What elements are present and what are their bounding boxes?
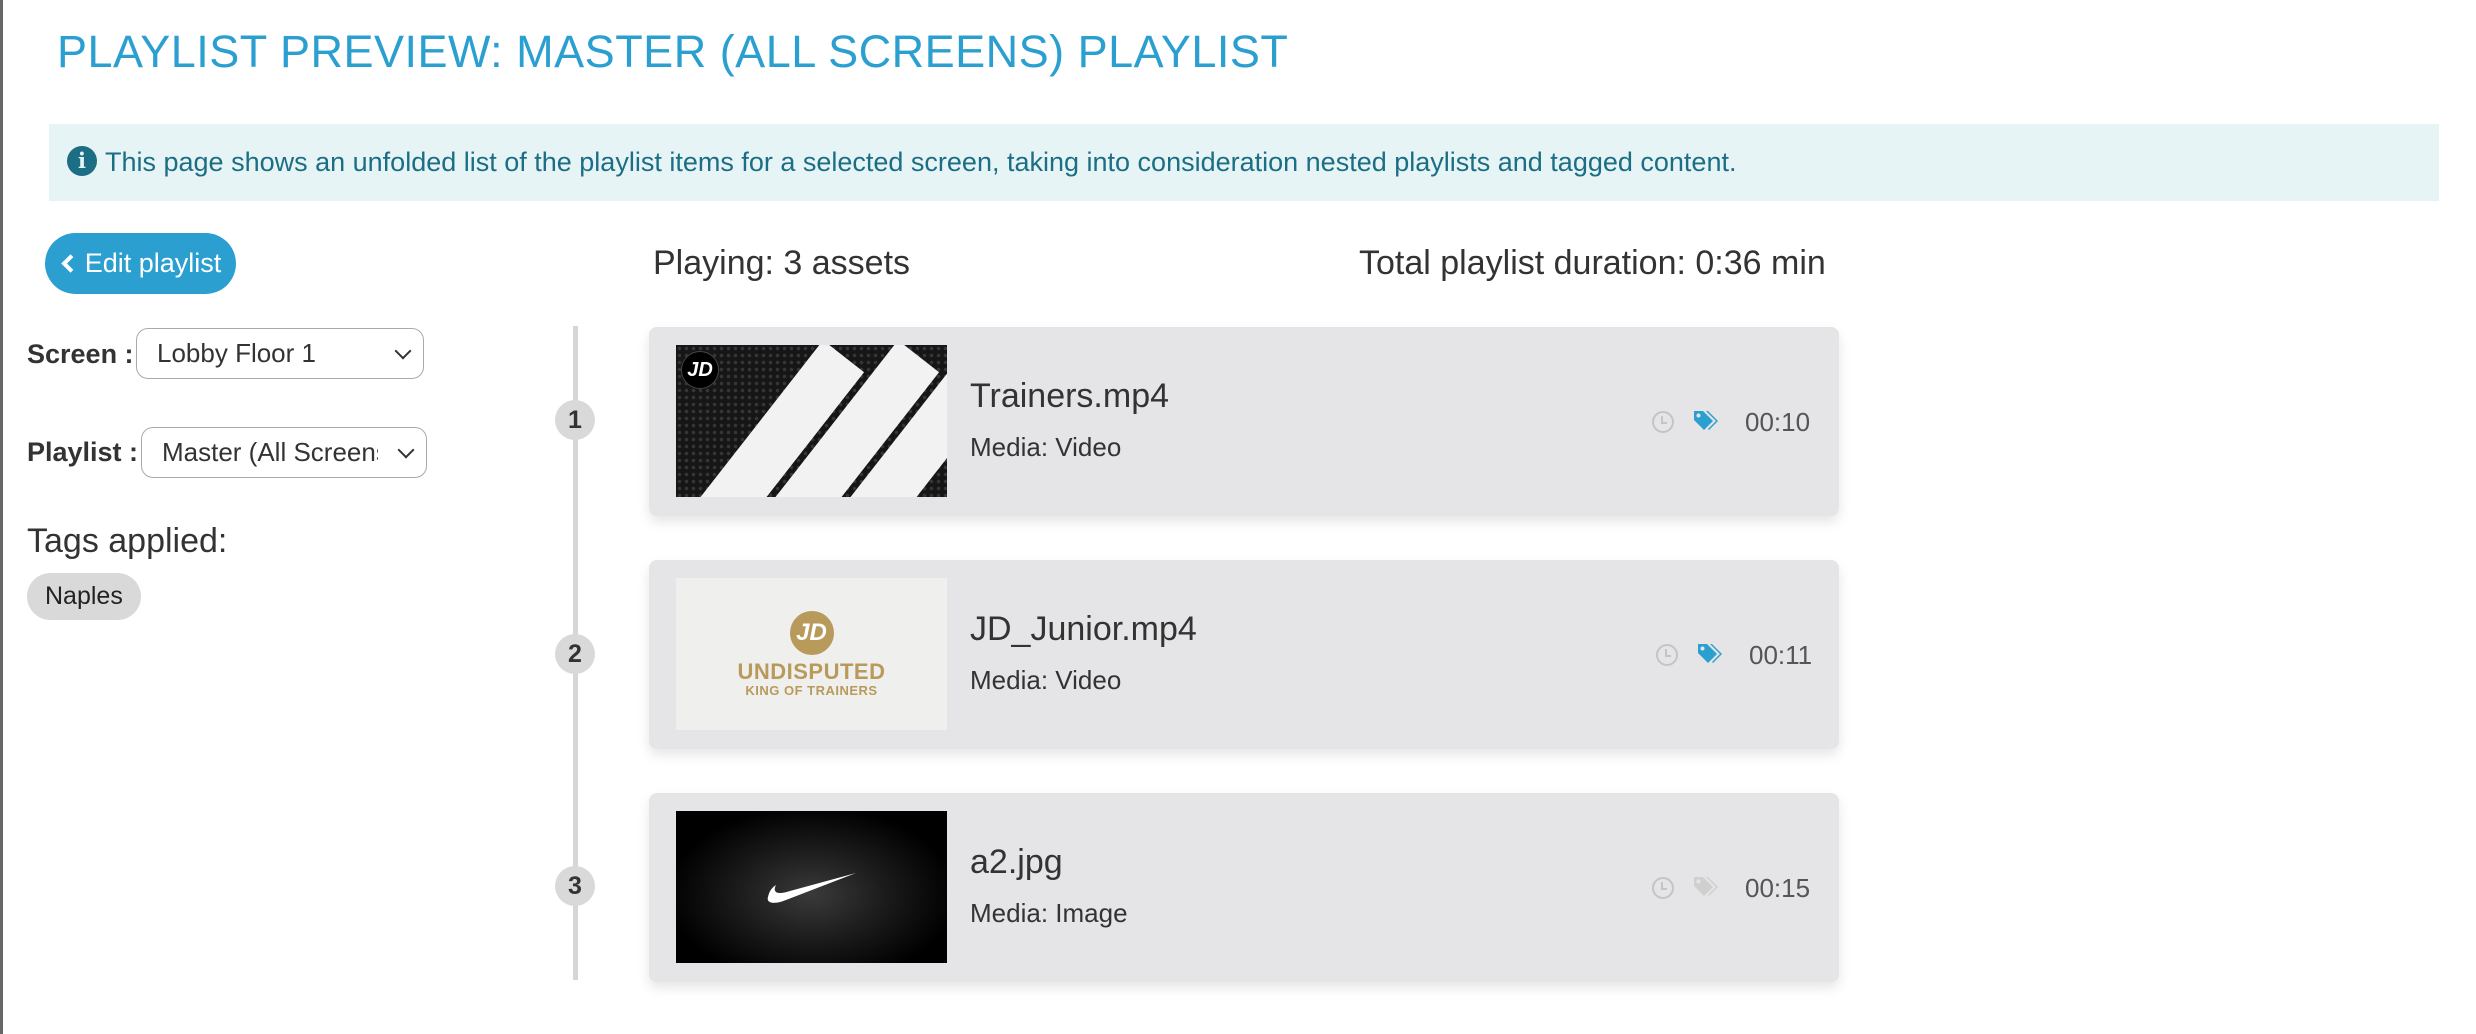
clock-icon <box>1652 877 1674 899</box>
tag-pill-naples: Naples <box>27 573 141 620</box>
clock-icon <box>1656 644 1678 666</box>
info-banner: i This page shows an unfolded list of th… <box>49 124 2439 201</box>
chevron-left-icon <box>61 254 80 273</box>
playlist-item[interactable]: JD UNDISPUTED KING OF TRAINERS JD_Junior… <box>649 560 1839 749</box>
item-duration: 00:10 <box>1745 407 1811 437</box>
item-duration: 00:15 <box>1745 873 1811 903</box>
playlist-select-value: Master (All Screens) <box>162 437 378 467</box>
item-media: Media: Image <box>970 898 1128 928</box>
playlist-label: Playlist : <box>27 437 139 467</box>
screen-label: Screen : <box>27 339 134 369</box>
clock-icon <box>1652 411 1674 433</box>
item-name: a2.jpg <box>970 843 1063 881</box>
thumb-text-line2: KING OF TRAINERS <box>745 682 878 698</box>
nike-swoosh-icon <box>767 873 856 903</box>
jd-logo-icon: JD <box>789 610 834 655</box>
edit-playlist-label: Edit playlist <box>84 248 222 278</box>
tags-applied-title: Tags applied: <box>27 522 228 560</box>
item-name: JD_Junior.mp4 <box>970 610 1197 648</box>
tags-icon[interactable] <box>1692 409 1722 435</box>
trainers-thumbnail: JD <box>676 345 947 497</box>
item-media: Media: Video <box>970 432 1122 462</box>
thumb-text-line1: UNDISPUTED <box>737 658 886 684</box>
playlist-item[interactable]: a2.jpg Media: Image 00:15 <box>649 793 1839 982</box>
item-number: 2 <box>555 634 595 674</box>
jd-logo-icon: JD <box>681 351 719 389</box>
screen-select[interactable]: Lobby Floor 1 <box>136 328 424 379</box>
playing-count: Playing: 3 assets <box>653 244 911 282</box>
item-media: Media: Video <box>970 665 1122 695</box>
info-text: This page shows an unfolded list of the … <box>105 147 1737 177</box>
chevron-down-icon <box>397 441 415 459</box>
tags-icon[interactable] <box>1692 875 1722 901</box>
edit-playlist-button[interactable]: Edit playlist <box>45 233 236 294</box>
playlist-select[interactable]: Master (All Screens) <box>141 427 427 478</box>
jd-junior-thumbnail: JD UNDISPUTED KING OF TRAINERS <box>676 578 947 730</box>
item-number: 1 <box>555 400 595 440</box>
playlist-item[interactable]: JD Trainers.mp4 Media: Video 00:10 <box>649 327 1839 516</box>
page-title: PLAYLIST PREVIEW: MASTER (ALL SCREENS) P… <box>57 26 1289 77</box>
tags-icon[interactable] <box>1696 642 1726 668</box>
item-number: 3 <box>555 866 595 906</box>
chevron-down-icon <box>394 342 412 360</box>
item-name: Trainers.mp4 <box>970 377 1170 415</box>
nike-thumbnail <box>676 811 947 963</box>
info-circle-icon: i <box>67 145 97 176</box>
total-duration: Total playlist duration: 0:36 min <box>1359 244 1826 282</box>
screen-select-value: Lobby Floor 1 <box>157 338 316 368</box>
item-duration: 00:11 <box>1749 640 1813 670</box>
